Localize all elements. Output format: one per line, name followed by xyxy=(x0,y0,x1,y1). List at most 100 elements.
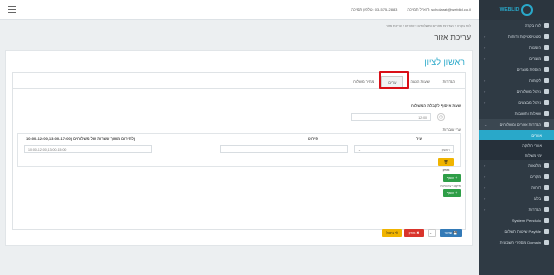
sidebar-item-cases[interactable]: מקרים ‹ xyxy=(479,171,554,182)
sidebar-item-areas-settings[interactable]: הגדרות אזורים ומשלוחים ⌄ xyxy=(479,119,554,130)
map-icon xyxy=(544,122,549,127)
sidebar-item-label: הוספת מוצרים xyxy=(516,67,541,72)
chevron-left-icon: ‹ xyxy=(484,185,486,190)
city-value: ראשון xyxy=(441,148,450,152)
sidebar-nav: לוח בקרה סטטיסטיקות ודוחות ‹ הזמנות ‹ מוצר… xyxy=(479,20,554,248)
sidebar-subitem-areas[interactable]: אזורים xyxy=(479,130,554,140)
sidebar-item-label: הגדרות xyxy=(528,207,541,212)
tab-settings[interactable]: הגדרות xyxy=(437,76,461,88)
chevron-left-icon: ‹ xyxy=(484,56,486,61)
delete-row-label: מחק xyxy=(442,168,450,172)
sidebar-item-payme[interactable]: PayMe שיטות תשלום xyxy=(479,226,554,237)
tab-shipping-price[interactable]: מחיר משלוח xyxy=(347,76,380,88)
sidebar-item-label: Domain מספרי חשבונית xyxy=(499,240,541,245)
brand-name: WEBLID xyxy=(499,7,520,13)
col-hours-header: (לחירום משוך עשרות של משלוחים (10:00-12:… xyxy=(26,136,136,141)
sidebar-item-label: ימי משלוח xyxy=(524,152,542,158)
dashboard-icon xyxy=(544,23,549,28)
blog-icon xyxy=(544,196,549,201)
sidebar-item-stats[interactable]: סטטיסטיקות ודוחות ‹ xyxy=(479,31,554,42)
brand-logo[interactable]: WEBLID xyxy=(479,0,554,20)
chevron-left-icon: ‹ xyxy=(484,34,486,39)
sidebar-item-promotions[interactable]: ניהול מבצעים ‹ xyxy=(479,97,554,108)
sidebar-item-system[interactable]: System Pendulo xyxy=(479,215,554,226)
sidebar-item-label: PayMe שיטות תשלום xyxy=(504,229,541,234)
chevron-down-icon: ⌄ xyxy=(484,122,488,127)
delete-area-label: מחק xyxy=(408,231,416,235)
chevron-left-icon: ‹ xyxy=(484,89,486,94)
folder-icon xyxy=(544,174,549,179)
chevron-left-icon: ‹ xyxy=(484,174,486,179)
logo-ring-icon xyxy=(521,4,534,16)
sidebar-item-label: System Pendulo xyxy=(511,218,541,223)
chevron-down-icon: ⌄ xyxy=(358,148,361,152)
save-button[interactable]: 💾 שמור xyxy=(440,229,462,237)
users-icon xyxy=(544,78,549,83)
sidebar-item-label: ניהול משלוחים xyxy=(516,89,541,94)
sidebar-item-label: לקוחות xyxy=(529,78,541,83)
page-title: עריכת אזור xyxy=(434,33,471,42)
breadcrumb[interactable]: לוח בקרה › הגדרות אזורים ומשלוחים › אזור… xyxy=(386,24,471,28)
invoice-icon xyxy=(544,240,549,245)
add-city-label: הוסף xyxy=(446,176,455,180)
sidebar-item-stock[interactable]: מלגאות ‹ xyxy=(479,160,554,171)
sidebar-item-label: דוחות xyxy=(531,185,541,190)
chevron-left-icon: ‹ xyxy=(484,207,486,212)
sidebar-item-label: מלגאות xyxy=(528,163,541,168)
sidebar-item-add-products[interactable]: הוספת מוצרים xyxy=(479,64,554,75)
sidebar-item-faq[interactable]: שאלות ותשובות xyxy=(479,108,554,119)
delete-area-button[interactable]: ✖ מחק xyxy=(404,229,424,237)
sidebar-item-shipping[interactable]: ניהול משלוחים ‹ xyxy=(479,86,554,97)
plus-icon xyxy=(544,67,549,72)
system-icon xyxy=(544,218,549,223)
save-options-dropdown[interactable]: ⌄ xyxy=(428,229,436,237)
tab-highlight-box xyxy=(379,71,409,89)
add-additional-button[interactable]: + הוסף xyxy=(443,189,461,197)
clock-icon[interactable]: ◷ xyxy=(437,113,445,121)
description-input[interactable] xyxy=(220,145,348,153)
sidebar-item-settings[interactable]: הגדרות ‹ xyxy=(479,204,554,215)
sidebar-item-blog[interactable]: בלוג ‹ xyxy=(479,193,554,204)
hours-input[interactable]: 10:00-12:00,13:00-15:00 xyxy=(24,145,152,153)
chevron-left-icon: ‹ xyxy=(484,163,486,168)
save-label: שמור xyxy=(444,231,453,235)
menu-toggle-icon[interactable] xyxy=(8,6,16,13)
add-additional-label: הוסף xyxy=(446,191,455,195)
sidebar-item-dashboard[interactable]: לוח בקרה xyxy=(479,20,554,31)
cancel-button[interactable]: ⟲ ביטול xyxy=(382,229,402,237)
col-desc-header: פירוט xyxy=(307,136,318,141)
credit-card-icon xyxy=(544,229,549,234)
support-phone[interactable]: 03-575-2883 :טלפון תמיכה xyxy=(351,7,397,12)
truck-icon xyxy=(544,89,549,94)
sidebar-subitem-days[interactable]: ימי משלוח xyxy=(479,150,554,160)
sidebar-item-domain[interactable]: Domain מספרי חשבונית xyxy=(479,237,554,248)
sidebar-item-label: מוצרים xyxy=(529,56,541,61)
top-bar: scholarat@weblid.co.il :דוא"ל תמיכה 03-5… xyxy=(0,0,479,20)
sidebar-item-reports[interactable]: דוחות ‹ xyxy=(479,182,554,193)
sidebar-item-label: שאלות ותשובות xyxy=(514,111,541,116)
app-root: WEBLID לוח בקרה סטטיסטיקות ודוחות ‹ הזמנו… xyxy=(0,0,554,275)
support-email[interactable]: scholarat@weblid.co.il :דוא"ל תמיכה xyxy=(407,7,471,12)
cancel-label: ביטול xyxy=(386,231,395,235)
cities-label: ערי עוברות xyxy=(442,127,461,132)
chevron-left-icon: ‹ xyxy=(484,45,486,50)
question-icon xyxy=(544,111,549,116)
col-city-header: עיר xyxy=(416,136,422,141)
city-select[interactable]: ראשון ⌄ xyxy=(354,145,454,153)
sidebar-item-label: לוח בקרה xyxy=(524,23,541,28)
tab-arrival-hours[interactable]: שעות הגעה xyxy=(404,76,435,88)
sidebar-item-customers[interactable]: לקוחות ‹ xyxy=(479,75,554,86)
cart-icon xyxy=(544,45,549,50)
cities-table: עיר פירוט (לחירום משוך עשרות של משלוחים … xyxy=(17,133,461,172)
sidebar-item-orders[interactable]: הזמנות ‹ xyxy=(479,42,554,53)
sidebar-item-products[interactable]: מוצרים ‹ xyxy=(479,53,554,64)
sidebar-item-label: הזמנות xyxy=(529,45,541,50)
additional-label: תיקוני ערבויות xyxy=(440,184,461,188)
arrival-time-input[interactable]: 12:00 xyxy=(351,113,431,121)
delete-row-button[interactable]: 🗑 מחק xyxy=(438,158,454,172)
tabs-container: הגדרות שעות הגעה ערים מחיר משלוח שעת איס… xyxy=(12,72,466,230)
sidebar-subitem-distribution[interactable]: אזורי חלוקה xyxy=(479,140,554,150)
sidebar-item-label: סטטיסטיקות ודוחות xyxy=(507,34,541,39)
add-city-button[interactable]: + הוסף xyxy=(443,174,461,182)
arrival-time-label: שעת איסוף לקבלת המשלוח xyxy=(411,103,461,108)
